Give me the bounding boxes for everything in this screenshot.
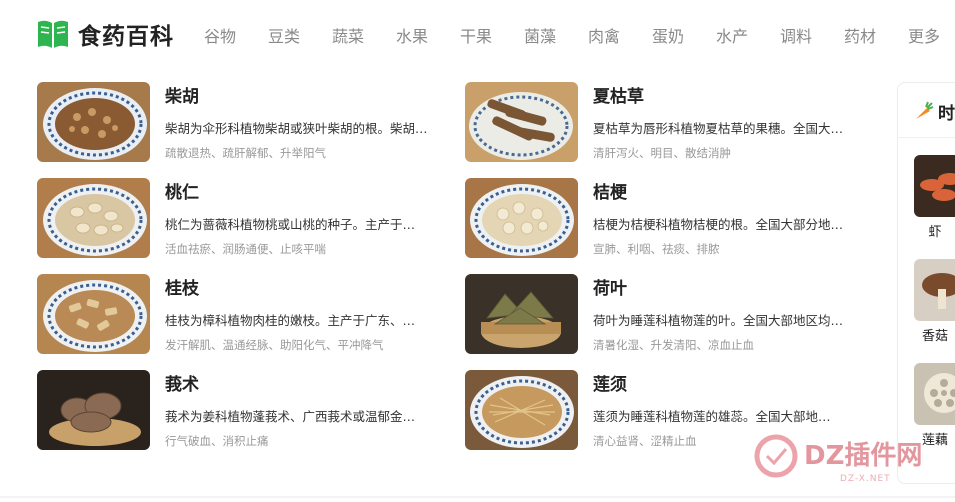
lotus-root-image: [914, 363, 955, 425]
herb-description: 夏枯草为唇形科植物夏枯草的果穗。全国大…: [593, 121, 844, 136]
herb-name: 桃仁: [165, 183, 199, 203]
herb-description: 莲须为睡莲科植物莲的雄蕊。全国大部地…: [593, 409, 831, 424]
category-nav: 谷物 豆类 蔬菜 水果 干果 菌藻 肉禽 蛋奶 水产 调料 药材 更多: [204, 23, 948, 47]
site-logo[interactable]: 食药百科: [36, 17, 174, 51]
nav-item-nuts[interactable]: 干果: [460, 23, 524, 47]
nav-item-eggs-dairy[interactable]: 蛋奶: [652, 23, 716, 47]
nav-item-fruits[interactable]: 水果: [396, 23, 460, 47]
herb-effects: 疏散退热、疏肝解郁、升举阳气: [165, 146, 326, 160]
seasonal-item-label: 香菇: [921, 329, 948, 344]
seasonal-panel: 时 虾 香菇 莲藕: [897, 82, 955, 484]
herb-description: 莪术为姜科植物蓬莪术、广西莪术或温郁金…: [165, 409, 416, 424]
herb-description: 桃仁为蔷薇科植物桃或山桃的种子。主产于…: [165, 217, 416, 232]
dz-logo-icon: [754, 434, 798, 478]
herb-card[interactable]: 荷叶 荷叶为睡莲科植物莲的叶。全国大部地区均… 清暑化湿、升发清阳、凉血止血: [465, 274, 885, 356]
herb-effects: 发汗解肌、温通经脉、助阳化气、平冲降气: [165, 338, 384, 352]
herb-name: 夏枯草: [593, 87, 644, 107]
ezhu-image: [37, 370, 150, 450]
lianxu-image: [465, 370, 578, 450]
herb-card[interactable]: 桃仁 桃仁为蔷薇科植物桃或山桃的种子。主产于… 活血祛瘀、润肠通便、止咳平喘: [37, 178, 457, 260]
herb-card[interactable]: 夏枯草 夏枯草为唇形科植物夏枯草的果穗。全国大… 清肝泻火、明目、散结消肿: [465, 82, 885, 164]
taoren-image: [37, 178, 150, 258]
site-title: 食药百科: [78, 24, 174, 50]
nav-item-vegetables[interactable]: 蔬菜: [332, 23, 396, 47]
nav-item-herbs[interactable]: 药材: [844, 23, 908, 47]
nav-item-fungi[interactable]: 菌藻: [524, 23, 588, 47]
herb-description: 桂枝为樟科植物肉桂的嫩枝。主产于广东、…: [165, 313, 416, 328]
herb-effects: 活血祛瘀、润肠通便、止咳平喘: [165, 242, 326, 256]
herb-effects: 行气破血、消积止痛: [165, 434, 269, 448]
herb-card[interactable]: 桂枝 桂枝为樟科植物肉桂的嫩枝。主产于广东、… 发汗解肌、温通经脉、助阳化气、平…: [37, 274, 457, 356]
xiakucao-image: [465, 82, 578, 162]
jiegeng-image: [465, 178, 578, 258]
guizhi-image: [37, 274, 150, 354]
herb-card[interactable]: 柴胡 柴胡为伞形科植物柴胡或狭叶柴胡的根。柴胡… 疏散退热、疏肝解郁、升举阳气: [37, 82, 457, 164]
herb-effects: 清暑化湿、升发清阳、凉血止血: [593, 338, 754, 352]
nav-item-grains[interactable]: 谷物: [204, 23, 268, 47]
watermark-subtext: DZ-X.NET: [840, 474, 891, 484]
nav-item-condiments[interactable]: 调料: [780, 23, 844, 47]
herb-name: 桔梗: [593, 183, 627, 203]
seasonal-item[interactable]: 虾: [914, 155, 955, 240]
seasonal-item-label: 虾: [928, 225, 942, 240]
carrot-icon: [916, 101, 934, 119]
bottom-divider: [0, 496, 955, 498]
nav-item-seafood[interactable]: 水产: [716, 23, 780, 47]
nav-item-meat[interactable]: 肉禽: [588, 23, 652, 47]
panel-divider: [898, 137, 955, 138]
herb-description: 荷叶为睡莲科植物莲的叶。全国大部地区均…: [593, 313, 844, 328]
nav-item-beans[interactable]: 豆类: [268, 23, 332, 47]
watermark-text: DZ插件网: [804, 441, 923, 471]
herb-card[interactable]: 桔梗 桔梗为桔梗科植物桔梗的根。全国大部分地… 宣肺、利咽、祛痰、排脓: [465, 178, 885, 260]
heye-image: [465, 274, 578, 354]
herb-name: 莪术: [165, 375, 199, 395]
watermark: DZ插件网 DZ-X.NET: [752, 432, 923, 484]
chaihu-image: [37, 82, 150, 162]
panel-title: 时: [938, 104, 955, 124]
book-icon: [38, 20, 68, 48]
mushroom-image: [914, 259, 955, 321]
seasonal-item[interactable]: 香菇: [914, 259, 955, 344]
shrimp-image: [914, 155, 955, 217]
herb-name: 桂枝: [165, 279, 199, 299]
herb-name: 莲须: [593, 375, 627, 395]
herb-name: 柴胡: [165, 87, 199, 107]
herb-effects: 清肝泻火、明目、散结消肿: [593, 146, 731, 160]
nav-item-more[interactable]: 更多: [908, 23, 948, 47]
herb-effects: 宣肺、利咽、祛痰、排脓: [593, 242, 720, 256]
herb-name: 荷叶: [593, 279, 627, 299]
herb-description: 桔梗为桔梗科植物桔梗的根。全国大部分地…: [593, 217, 844, 232]
herb-description: 柴胡为伞形科植物柴胡或狭叶柴胡的根。柴胡…: [165, 121, 428, 136]
herb-card[interactable]: 莪术 莪术为姜科植物蓬莪术、广西莪术或温郁金… 行气破血、消积止痛: [37, 370, 457, 452]
